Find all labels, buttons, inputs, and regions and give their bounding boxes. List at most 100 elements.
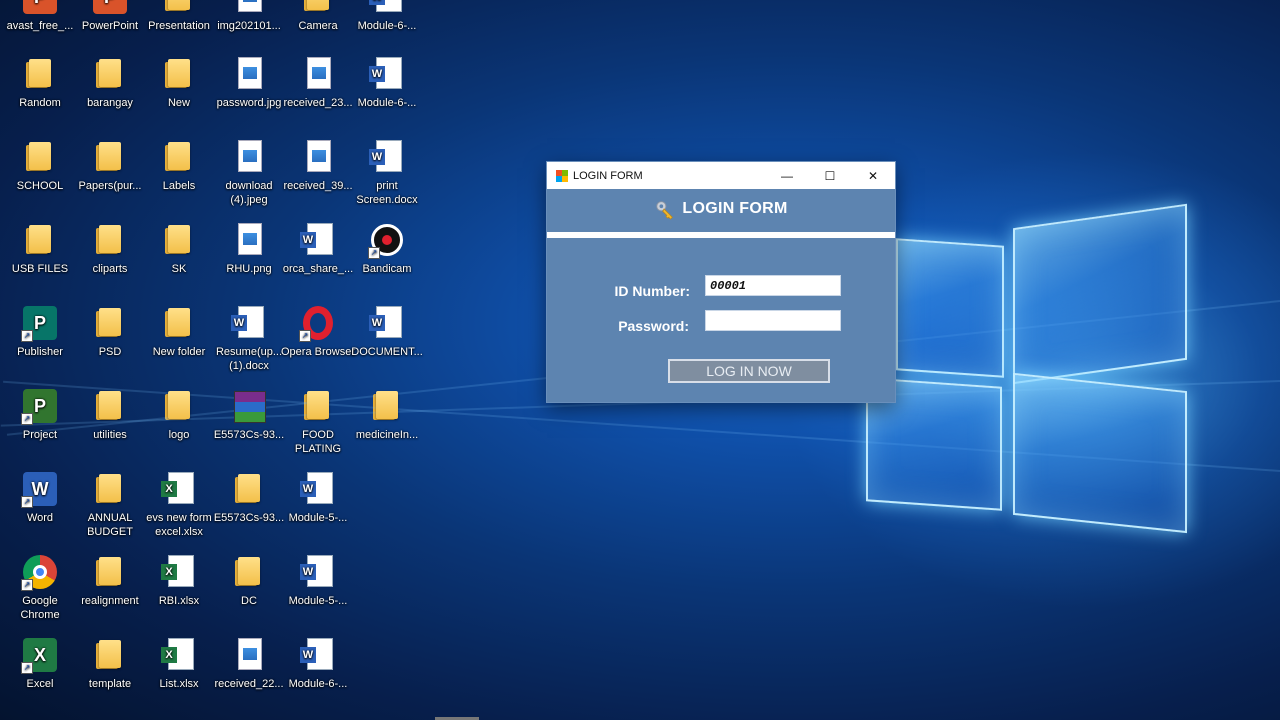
desktop-icon[interactable]: cliparts — [72, 221, 148, 276]
password-input[interactable] — [705, 310, 841, 331]
desktop-icon[interactable]: medicineIn... — [349, 387, 425, 442]
desktop-icon[interactable]: ↗ Google Chrome — [2, 553, 78, 622]
window-titlebar[interactable]: LOGIN FORM — ☐ ✕ — [547, 162, 895, 189]
image-file-icon — [230, 138, 268, 176]
folder-icon — [160, 55, 198, 93]
desktop-icon[interactable]: img202101... — [211, 0, 287, 33]
desktop-icon-label: Module-5-... — [288, 512, 348, 524]
desktop-icon[interactable]: New folder — [141, 304, 217, 359]
id-number-label: ID Number: — [614, 283, 690, 299]
id-number-input[interactable]: 00001 — [705, 275, 841, 296]
folder-icon — [91, 636, 129, 674]
desktop-icon[interactable]: ↗ Bandicam — [349, 221, 425, 276]
desktop-icon[interactable]: P ↗ Project — [2, 387, 78, 442]
desktop-icon[interactable]: ↗ Opera Browser — [280, 304, 356, 359]
image-file-icon — [230, 636, 268, 674]
header-divider — [547, 232, 895, 238]
desktop-icon[interactable]: template — [72, 636, 148, 691]
desktop-icon-label: RHU.png — [226, 263, 272, 275]
desktop-icon-label: received_23... — [283, 97, 353, 109]
desktop-icon[interactable]: W Resume(up... (1).docx — [211, 304, 287, 373]
desktop-icon[interactable]: P PowerPoint — [72, 0, 148, 33]
desktop-icon[interactable]: W Module-5-... — [280, 553, 356, 608]
close-button[interactable]: ✕ — [851, 162, 895, 189]
word-document-icon: W — [230, 304, 268, 342]
desktop-icon[interactable]: W Module-6-... — [349, 0, 425, 33]
desktop-icon[interactable]: W DOCUMENT... — [349, 304, 425, 359]
maximize-button[interactable]: ☐ — [808, 162, 852, 189]
folder-icon — [91, 221, 129, 259]
desktop-icon[interactable]: Camera — [280, 0, 356, 33]
folder-icon — [160, 0, 198, 16]
word-document-icon: W — [368, 55, 406, 93]
desktop-icon[interactable]: password.jpg — [211, 55, 287, 110]
desktop-icon[interactable]: X ↗ Excel — [2, 636, 78, 691]
desktop-icon[interactable]: Presentation — [141, 0, 217, 33]
desktop-icon[interactable]: Xevs new form excel.xlsx — [141, 470, 217, 539]
desktop-icon[interactable]: utilities — [72, 387, 148, 442]
desktop-icon-label: Random — [19, 97, 61, 109]
desktop-icon-label: logo — [168, 429, 190, 441]
desktop-icon-label: DC — [241, 595, 257, 607]
desktop-icon[interactable]: X List.xlsx — [141, 636, 217, 691]
close-icon: ✕ — [867, 168, 879, 183]
desktop-icon[interactable]: PSD — [72, 304, 148, 359]
word-document-icon: W — [368, 0, 406, 16]
desktop-icon[interactable]: W Module-6-... — [280, 636, 356, 691]
desktop-icon[interactable]: SK — [141, 221, 217, 276]
desktop-icon[interactable]: download (4).jpeg — [211, 138, 287, 207]
word-app-icon: W ↗ — [21, 470, 59, 508]
desktop-icon-label: Resume(up... (1).docx — [215, 346, 283, 372]
desktop-icon[interactable]: X RBI.xlsx — [141, 553, 217, 608]
folder-icon — [21, 55, 59, 93]
folder-icon — [230, 470, 268, 508]
desktop-icon-label: Camera — [298, 20, 338, 32]
desktop-icon[interactable]: received_39... — [280, 138, 356, 193]
desktop-icon[interactable]: E5573Cs-93... — [211, 387, 287, 442]
word-document-icon: W — [368, 138, 406, 176]
desktop-icon[interactable]: barangay — [72, 55, 148, 110]
windows-logo-pane-tr — [1013, 203, 1187, 385]
desktop-icon[interactable]: Random — [2, 55, 78, 110]
minimize-icon: — — [781, 168, 793, 183]
desktop-icon[interactable]: RHU.png — [211, 221, 287, 276]
project-app-icon: P ↗ — [21, 387, 59, 425]
desktop-icon[interactable]: New — [141, 55, 217, 110]
desktop-icon[interactable]: logo — [141, 387, 217, 442]
desktop-icon-label: Module-6-... — [288, 678, 348, 690]
log-in-button[interactable]: LOG IN NOW — [668, 359, 830, 383]
image-file-icon — [230, 55, 268, 93]
desktop-icon[interactable]: Papers(pur... — [72, 138, 148, 193]
login-window[interactable]: LOGIN FORM — ☐ ✕ LOGIN FORM ID Number: 0… — [547, 162, 895, 402]
archive-file-icon — [230, 387, 268, 425]
windows-logo-pane-br — [1013, 372, 1187, 534]
desktop-icon-label: Module-6-... — [357, 20, 417, 32]
desktop-icon-label: Labels — [162, 180, 196, 192]
folder-icon — [21, 221, 59, 259]
desktop-icon[interactable]: Pavast_free_... — [2, 0, 78, 33]
desktop-icon-label: DOCUMENT... — [351, 346, 423, 358]
folder-icon — [299, 0, 337, 16]
desktop-icon[interactable]: SCHOOL — [2, 138, 78, 193]
desktop-icon-label: PSD — [98, 346, 122, 358]
bandicam-icon: ↗ — [368, 221, 406, 259]
desktop-icon[interactable]: P ↗ Publisher — [2, 304, 78, 359]
desktop-icon[interactable]: USB FILES — [2, 221, 78, 276]
desktop-icon[interactable]: realignment — [72, 553, 148, 608]
desktop-icon[interactable]: W Module-6-... — [349, 55, 425, 110]
desktop-icon-label: print Screen.docx — [356, 180, 418, 206]
desktop-icon[interactable]: Worca_share_... — [280, 221, 356, 276]
desktop-icon[interactable]: FOOD PLATING — [280, 387, 356, 456]
desktop-icon[interactable]: Labels — [141, 138, 217, 193]
desktop-icon[interactable]: Wprint Screen.docx — [349, 138, 425, 207]
publisher-app-icon: P ↗ — [21, 304, 59, 342]
desktop-icon[interactable]: received_23... — [280, 55, 356, 110]
desktop-icon[interactable]: E5573Cs-93... — [211, 470, 287, 525]
desktop-icon[interactable]: W ↗ Word — [2, 470, 78, 525]
desktop-icon[interactable]: DC — [211, 553, 287, 608]
folder-icon — [160, 387, 198, 425]
desktop-icon[interactable]: ANNUAL BUDGET — [72, 470, 148, 539]
minimize-button[interactable]: — — [765, 162, 809, 189]
desktop-icon[interactable]: W Module-5-... — [280, 470, 356, 525]
desktop-icon[interactable]: received_22... — [211, 636, 287, 691]
